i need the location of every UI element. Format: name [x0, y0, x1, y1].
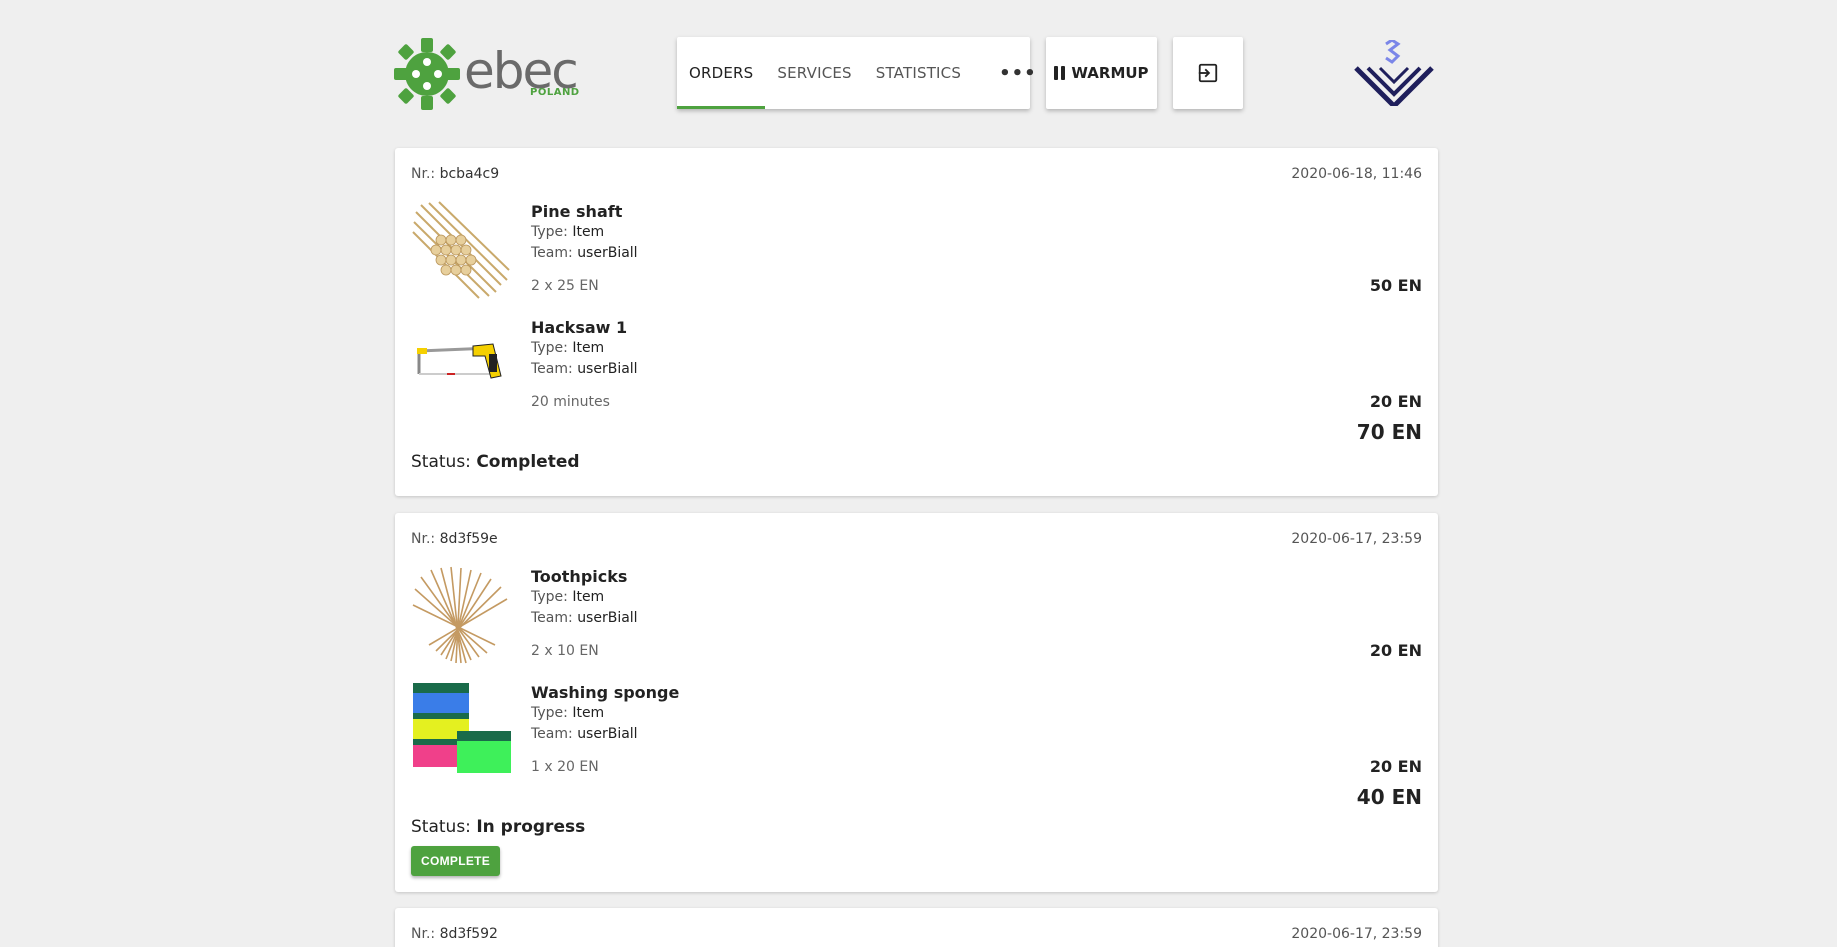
tab-orders[interactable]: ORDERS [677, 37, 766, 109]
pause-icon [1054, 66, 1066, 80]
item-type: Type: Item [531, 224, 605, 240]
order-item: Pine shaft Type: Item Team: userBiall 2 … [411, 200, 1422, 304]
order-date: 2020-06-17, 23:59 [1291, 926, 1422, 942]
complete-order-button[interactable]: COMPLETE [411, 846, 501, 876]
toothpicks-image [412, 566, 508, 664]
item-team: Team: userBiall [531, 245, 638, 261]
item-name: Pine shaft [531, 202, 623, 221]
order-total: 70 EN [1356, 420, 1422, 444]
washing-sponge-image [413, 683, 511, 773]
logout-button[interactable] [1173, 37, 1243, 109]
order-total: 40 EN [1356, 785, 1422, 809]
order-item: Hacksaw 1 Type: Item Team: userBiall 20 … [411, 316, 1422, 420]
order-date: 2020-06-18, 11:46 [1291, 166, 1422, 182]
order-item: Toothpicks Type: Item Team: userBiall 2 … [411, 565, 1422, 669]
order-card: Nr.: bcba4c9 2020-06-18, 11:46 Pine shaf… [395, 148, 1438, 496]
partner-logo [1354, 40, 1434, 106]
item-team: Team: userBiall [531, 610, 638, 626]
brand-region: POLAND [530, 87, 580, 98]
item-name: Hacksaw 1 [531, 318, 628, 337]
item-name: Toothpicks [531, 567, 628, 586]
item-name: Washing sponge [531, 683, 680, 702]
item-price: 20 EN [1369, 641, 1422, 660]
item-price: 20 EN [1369, 392, 1422, 411]
order-item: Washing sponge Type: Item Team: userBial… [411, 681, 1422, 785]
hacksaw-image [417, 343, 502, 379]
warmup-button[interactable]: WARMUP [1046, 37, 1157, 109]
logout-icon [1198, 63, 1218, 83]
order-card: Nr.: 8d3f592 2020-06-17, 23:59 [395, 908, 1438, 947]
app-header: ebec POLAND ORDERS SERVICES STATISTICS •… [0, 0, 1837, 120]
tab-statistics[interactable]: STATISTICS [864, 37, 973, 109]
item-type: Type: Item [531, 589, 605, 605]
item-quantity: 2 x 10 EN [531, 643, 599, 659]
ebec-logo[interactable]: ebec POLAND [392, 36, 579, 112]
gear-logo-icon [394, 38, 460, 110]
item-price: 50 EN [1369, 276, 1422, 295]
item-type: Type: Item [531, 705, 605, 721]
order-status: Status: In progress [411, 817, 586, 837]
warmup-label: WARMUP [1071, 64, 1149, 82]
item-team: Team: userBiall [531, 726, 638, 742]
pine-shaft-image [412, 201, 510, 299]
more-menu-icon[interactable]: ••• [987, 37, 1049, 109]
tab-services[interactable]: SERVICES [765, 37, 863, 109]
order-date: 2020-06-17, 23:59 [1291, 531, 1422, 547]
item-price: 20 EN [1369, 757, 1422, 776]
item-quantity: 2 x 25 EN [531, 278, 599, 294]
order-number: Nr.: 8d3f592 [411, 926, 498, 942]
order-status: Status: Completed [411, 452, 580, 472]
item-quantity: 20 minutes [531, 394, 610, 410]
item-team: Team: userBiall [531, 361, 638, 377]
order-number: Nr.: 8d3f59e [411, 531, 498, 547]
item-type: Type: Item [531, 340, 605, 356]
item-quantity: 1 x 20 EN [531, 759, 599, 775]
main-nav: ORDERS SERVICES STATISTICS ••• [677, 37, 1036, 109]
order-card: Nr.: 8d3f59e 2020-06-17, 23:59 Toothpick… [395, 513, 1438, 892]
order-number: Nr.: bcba4c9 [411, 166, 500, 182]
